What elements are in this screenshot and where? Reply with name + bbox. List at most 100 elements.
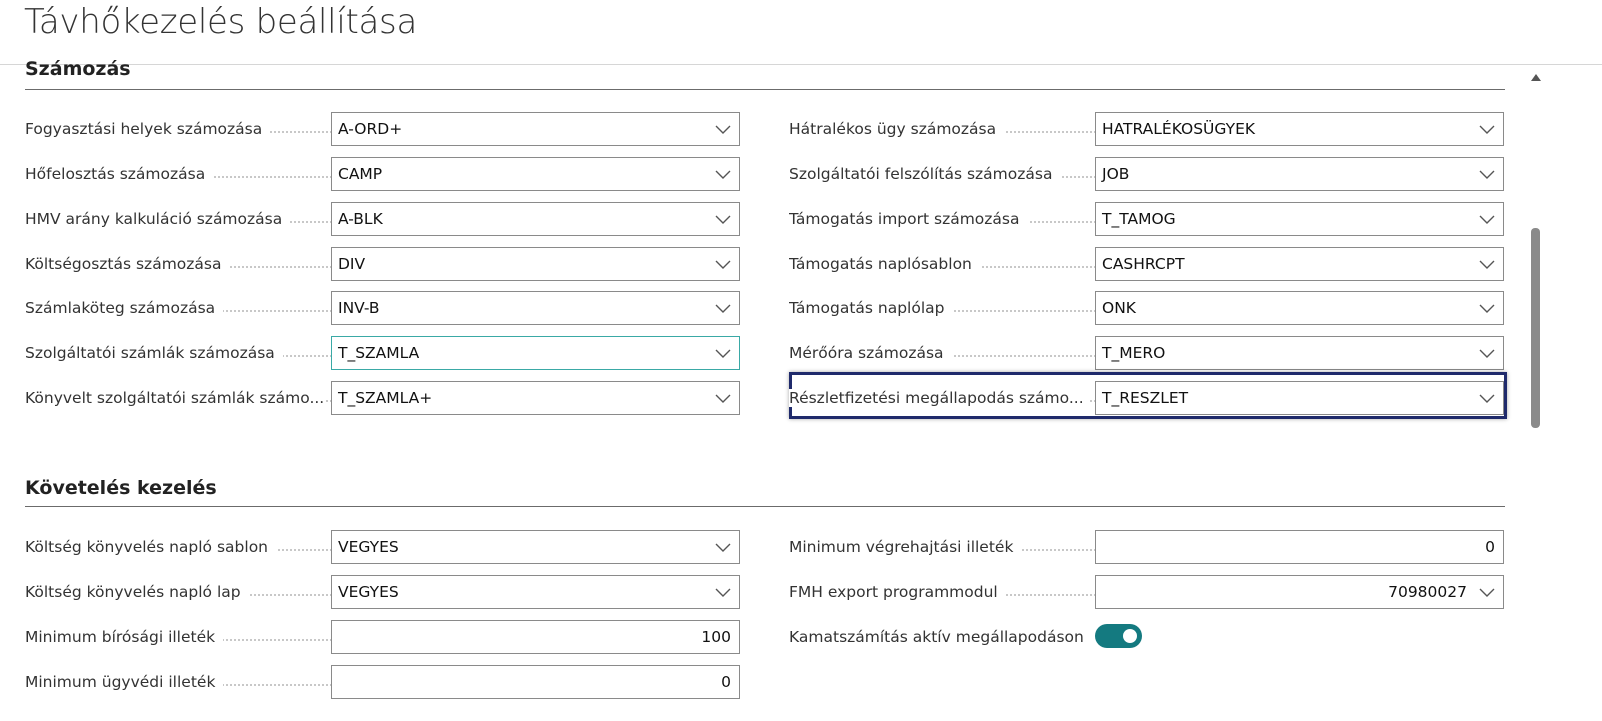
- chevron-down-icon[interactable]: [1479, 123, 1495, 135]
- field-invoice-batch-numbering: Számlaköteg számozása INV-B: [25, 291, 740, 325]
- dropdown-input[interactable]: T_RESZLET: [1095, 381, 1504, 415]
- field-label: Költség könyvelés napló sablon: [25, 538, 276, 556]
- toggle-knob: [1123, 629, 1137, 643]
- chevron-down-icon[interactable]: [715, 586, 731, 598]
- field-value: T_SZAMLA: [338, 344, 420, 362]
- field-value: HATRALÉKOSÜGYEK: [1102, 120, 1256, 138]
- dropdown-input[interactable]: A-ORD+: [331, 112, 740, 146]
- field-label: Könyvelt szolgáltatói számlák számo...: [25, 389, 325, 407]
- field-value: VEGYES: [338, 538, 399, 556]
- field-value: T_MERO: [1102, 344, 1166, 362]
- chevron-down-icon[interactable]: [1479, 213, 1495, 225]
- scrollbar-thumb[interactable]: [1531, 228, 1540, 428]
- field-value: 70980027: [1388, 583, 1467, 601]
- field-cost-division-numbering: Költségosztás számozása DIV: [25, 247, 740, 281]
- title-divider: [0, 64, 1602, 65]
- field-label: HMV arány kalkuláció számozása: [25, 210, 291, 228]
- section-divider-claims: [25, 506, 1505, 507]
- field-value: A-ORD+: [338, 120, 403, 138]
- dropdown-input[interactable]: T_SZAMLA+: [331, 381, 740, 415]
- number-input[interactable]: 0: [1095, 530, 1504, 564]
- dropdown-input[interactable]: T_TAMOG: [1095, 202, 1504, 236]
- page-title: Távhőkezelés beállítása: [24, 2, 417, 42]
- field-heat-distribution-numbering: Hőfelosztás számozása CAMP: [25, 157, 740, 191]
- field-label: Szolgáltatói számlák számozása: [25, 344, 283, 362]
- chevron-down-icon[interactable]: [715, 302, 731, 314]
- section-title-claims[interactable]: Követelés kezelés: [25, 477, 217, 499]
- field-value: T_RESZLET: [1102, 389, 1189, 407]
- chevron-down-icon[interactable]: [1479, 586, 1495, 598]
- dropdown-input[interactable]: A-BLK: [331, 202, 740, 236]
- section-title-numbering[interactable]: Számozás: [25, 58, 131, 80]
- field-arrears-case-numbering: Hátralékos ügy számozása HATRALÉKOSÜGYEK: [789, 112, 1504, 146]
- field-min-court-fee: Minimum bírósági illeték 100: [25, 620, 740, 654]
- dropdown-input[interactable]: DIV: [331, 247, 740, 281]
- number-input[interactable]: 0: [331, 665, 740, 699]
- field-label: Szolgáltatói felszólítás számozása: [789, 165, 1061, 183]
- field-interest-active-agreement: Kamatszámítás aktív megállapodáson: [789, 620, 1089, 654]
- field-provider-invoice-numbering: Szolgáltatói számlák számozása T_SZAMLA: [25, 336, 740, 370]
- field-subsidy-journal-template: Támogatás naplósablon CASHRCPT: [789, 247, 1504, 281]
- field-label: Részletfizetési megállapodás számo...: [789, 389, 1089, 407]
- field-label: Hőfelosztás számozása: [25, 165, 214, 183]
- field-value: DIV: [338, 255, 366, 273]
- chevron-down-icon[interactable]: [715, 258, 731, 270]
- field-subsidy-journal-batch: Támogatás naplólap ONK: [789, 291, 1504, 325]
- chevron-down-icon[interactable]: [715, 213, 731, 225]
- dropdown-input[interactable]: T_SZAMLA: [331, 336, 740, 370]
- dropdown-input[interactable]: T_MERO: [1095, 336, 1504, 370]
- dropdown-input[interactable]: VEGYES: [331, 575, 740, 609]
- field-label: Támogatás naplósablon: [789, 255, 980, 273]
- field-value: CASHRCPT: [1102, 255, 1185, 273]
- field-value: T_TAMOG: [1102, 210, 1176, 228]
- field-value: CAMP: [338, 165, 383, 183]
- field-cost-journal-batch: Költség könyvelés napló lap VEGYES: [25, 575, 740, 609]
- chevron-down-icon[interactable]: [715, 347, 731, 359]
- field-label: Mérőóra számozása: [789, 344, 952, 362]
- field-fmh-export-module: FMH export programmodul 70980027: [789, 575, 1504, 609]
- dropdown-input[interactable]: JOB: [1095, 157, 1504, 191]
- field-label: Minimum bírósági illeték: [25, 628, 224, 646]
- dropdown-input[interactable]: INV-B: [331, 291, 740, 325]
- field-meter-numbering: Mérőóra számozása T_MERO: [789, 336, 1504, 370]
- dropdown-input[interactable]: CASHRCPT: [1095, 247, 1504, 281]
- field-posted-provider-invoice-numbering: Könyvelt szolgáltatói számlák számo... T…: [25, 381, 740, 415]
- chevron-down-icon[interactable]: [1479, 392, 1495, 404]
- field-label: Kamatszámítás aktív megállapodáson: [789, 628, 1089, 646]
- field-label: FMH export programmodul: [789, 583, 1006, 601]
- field-label: Fogyasztási helyek számozása: [25, 120, 271, 138]
- scroll-up-arrow-icon[interactable]: [1530, 72, 1542, 82]
- dropdown-input[interactable]: HATRALÉKOSÜGYEK: [1095, 112, 1504, 146]
- field-label: Költségosztás számozása: [25, 255, 230, 273]
- field-subsidy-import-numbering: Támogatás import számozása T_TAMOG: [789, 202, 1504, 236]
- section-divider-numbering: [25, 89, 1505, 90]
- field-provider-notice-numbering: Szolgáltatói felszólítás számozása JOB: [789, 157, 1504, 191]
- dropdown-input[interactable]: 70980027: [1095, 575, 1504, 609]
- dropdown-input[interactable]: CAMP: [331, 157, 740, 191]
- field-value: VEGYES: [338, 583, 399, 601]
- interest-toggle[interactable]: [1095, 624, 1142, 648]
- field-installment-agreement-numbering: Részletfizetési megállapodás számo... T_…: [789, 381, 1504, 415]
- field-label: Minimum végrehajtási illeték: [789, 538, 1022, 556]
- field-value: A-BLK: [338, 210, 383, 228]
- chevron-down-icon[interactable]: [715, 541, 731, 553]
- field-min-enforcement-fee: Minimum végrehajtási illeték 0: [789, 530, 1504, 564]
- chevron-down-icon[interactable]: [715, 168, 731, 180]
- dropdown-input[interactable]: VEGYES: [331, 530, 740, 564]
- vertical-scrollbar[interactable]: [1528, 66, 1544, 721]
- field-consumption-place-numbering: Fogyasztási helyek számozása A-ORD+: [25, 112, 740, 146]
- field-label: Minimum ügyvédi illeték: [25, 673, 224, 691]
- chevron-down-icon[interactable]: [715, 392, 731, 404]
- chevron-down-icon[interactable]: [715, 123, 731, 135]
- field-value: 100: [701, 628, 731, 646]
- field-min-lawyer-fee: Minimum ügyvédi illeték 0: [25, 665, 740, 699]
- field-value: ONK: [1102, 299, 1136, 317]
- dropdown-input[interactable]: ONK: [1095, 291, 1504, 325]
- chevron-down-icon[interactable]: [1479, 347, 1495, 359]
- chevron-down-icon[interactable]: [1479, 302, 1495, 314]
- field-value: 0: [721, 673, 731, 691]
- number-input[interactable]: 100: [331, 620, 740, 654]
- chevron-down-icon[interactable]: [1479, 258, 1495, 270]
- chevron-down-icon[interactable]: [1479, 168, 1495, 180]
- field-label: Költség könyvelés napló lap: [25, 583, 249, 601]
